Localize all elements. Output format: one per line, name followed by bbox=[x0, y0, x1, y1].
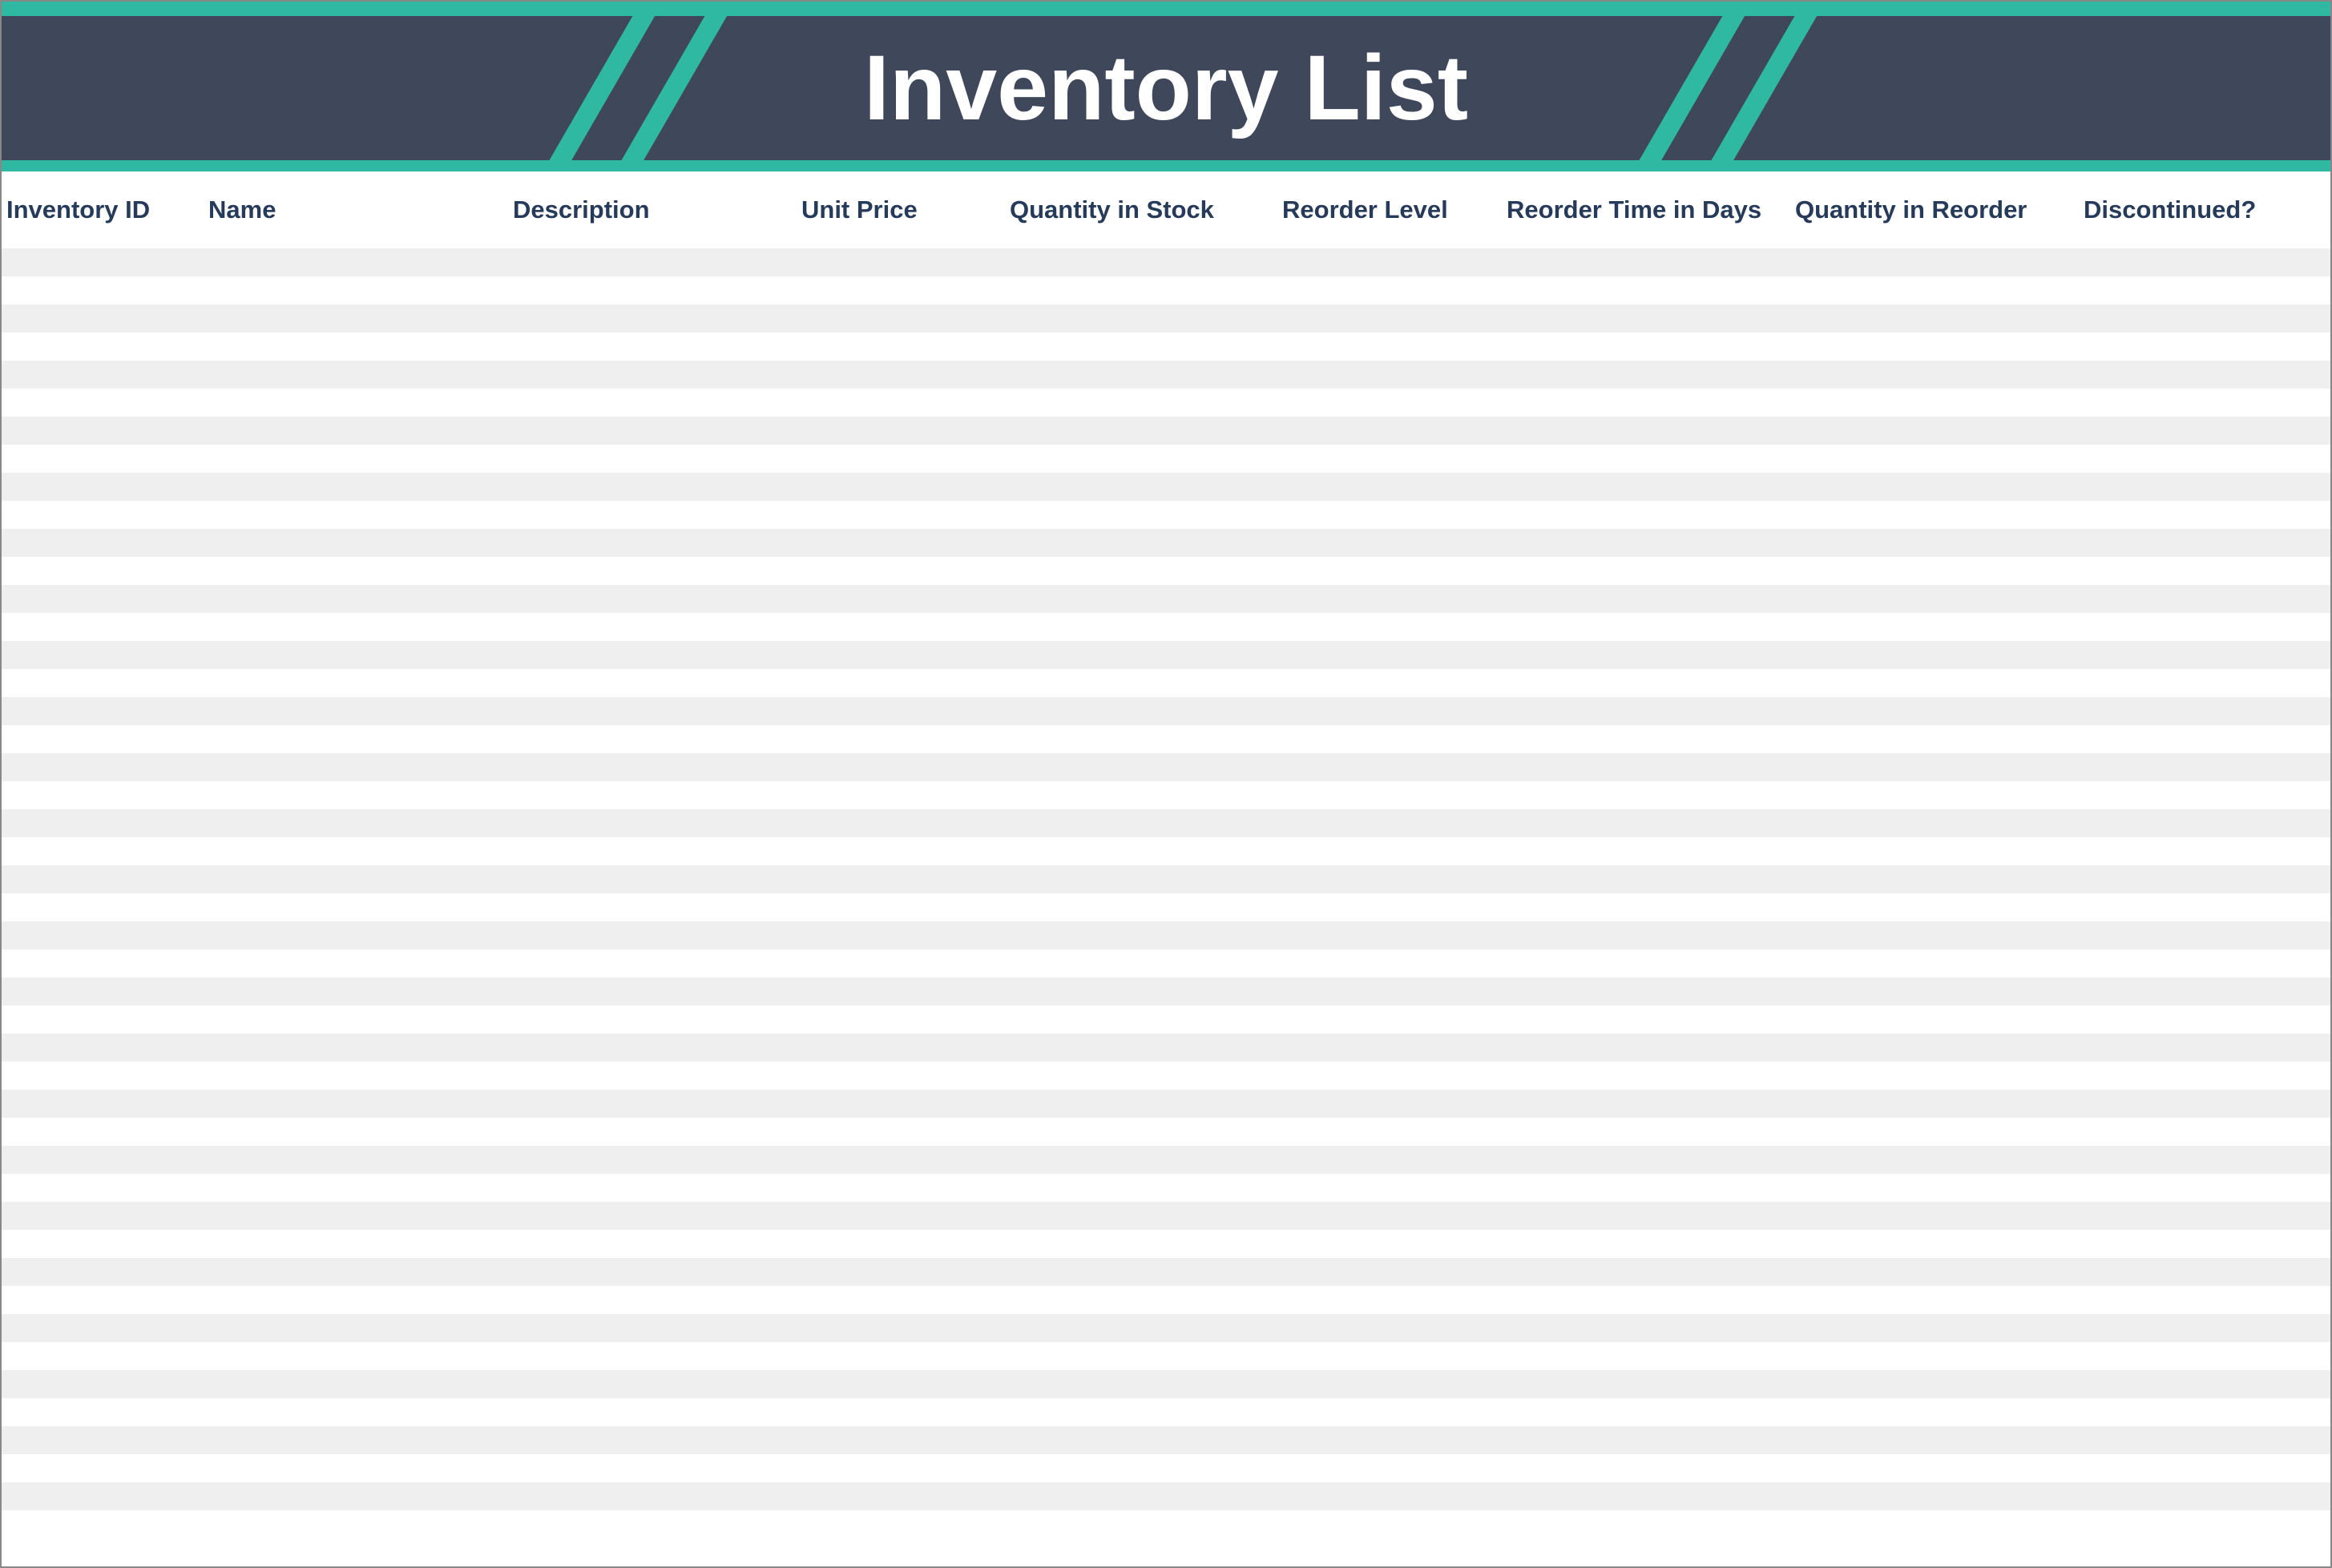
table-row bbox=[2, 1426, 2330, 1454]
table-row bbox=[2, 837, 2330, 865]
table-row bbox=[2, 1062, 2330, 1090]
table-row bbox=[2, 361, 2330, 389]
table-row bbox=[2, 725, 2330, 753]
header-banner: Inventory List bbox=[2, 16, 2330, 160]
table-row bbox=[2, 1342, 2330, 1370]
table-row bbox=[2, 304, 2330, 333]
col-header-description: Description bbox=[506, 195, 795, 224]
table-row bbox=[2, 248, 2330, 276]
table-row bbox=[2, 333, 2330, 361]
table-row bbox=[2, 893, 2330, 921]
table-row bbox=[2, 1314, 2330, 1342]
table-row bbox=[2, 1286, 2330, 1314]
table-row bbox=[2, 529, 2330, 557]
col-header-reorder-level: Reorder Level bbox=[1276, 195, 1500, 224]
col-header-quantity-in-reorder: Quantity in Reorder bbox=[1789, 195, 2077, 224]
table-row bbox=[2, 613, 2330, 641]
table-row bbox=[2, 1258, 2330, 1286]
table-body bbox=[2, 248, 2330, 1538]
table-row bbox=[2, 1146, 2330, 1174]
col-header-discontinued: Discontinued? bbox=[2077, 195, 2318, 224]
table-row bbox=[2, 1174, 2330, 1202]
col-header-name: Name bbox=[202, 195, 506, 224]
table-row bbox=[2, 697, 2330, 725]
table-row bbox=[2, 865, 2330, 893]
table-row bbox=[2, 809, 2330, 837]
col-header-reorder-time: Reorder Time in Days bbox=[1500, 195, 1789, 224]
table-row bbox=[2, 1454, 2330, 1482]
table-row bbox=[2, 1118, 2330, 1146]
table-row bbox=[2, 501, 2330, 529]
table-header-row: Inventory ID Name Description Unit Price… bbox=[2, 171, 2330, 248]
table-row bbox=[2, 669, 2330, 697]
table-row bbox=[2, 1202, 2330, 1230]
table-row bbox=[2, 473, 2330, 501]
table-row bbox=[2, 1090, 2330, 1118]
table-row bbox=[2, 641, 2330, 669]
table-row bbox=[2, 557, 2330, 585]
table-row bbox=[2, 417, 2330, 445]
header-accent-top bbox=[2, 2, 2330, 16]
table-row bbox=[2, 1482, 2330, 1510]
table-row bbox=[2, 977, 2330, 1006]
table-row bbox=[2, 753, 2330, 781]
table-row bbox=[2, 781, 2330, 809]
table-row bbox=[2, 1510, 2330, 1538]
table-row bbox=[2, 921, 2330, 949]
table-row bbox=[2, 1398, 2330, 1426]
col-header-unit-price: Unit Price bbox=[795, 195, 1003, 224]
table-row bbox=[2, 1006, 2330, 1034]
table-row bbox=[2, 445, 2330, 473]
table-row bbox=[2, 585, 2330, 613]
header-accent-bottom bbox=[2, 160, 2330, 171]
col-header-quantity-in-stock: Quantity in Stock bbox=[1003, 195, 1276, 224]
table-row bbox=[2, 1230, 2330, 1258]
col-header-inventory-id: Inventory ID bbox=[2, 195, 202, 224]
table-row bbox=[2, 389, 2330, 417]
table-row bbox=[2, 949, 2330, 977]
table-row bbox=[2, 1370, 2330, 1398]
table-row bbox=[2, 276, 2330, 304]
table-row bbox=[2, 1034, 2330, 1062]
page-title: Inventory List bbox=[864, 35, 1468, 141]
